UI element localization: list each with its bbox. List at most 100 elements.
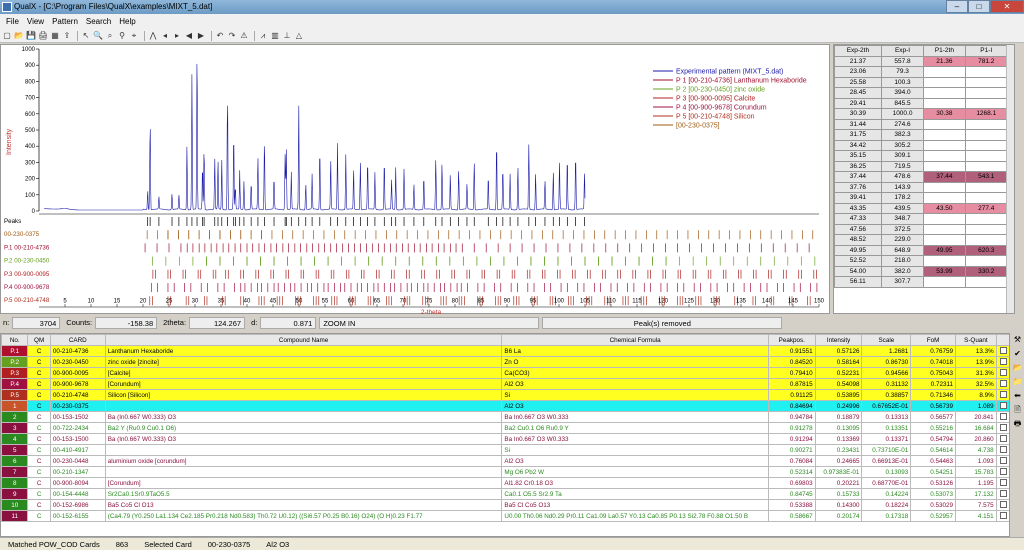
grid-row[interactable]: 39.41 178.2: [834, 192, 1014, 204]
row-checkbox-cell[interactable]: [995, 400, 1009, 412]
arrow-left-icon[interactable]: ◂: [160, 31, 170, 41]
table-row[interactable]: 10 C 00-152-6986 Ba5 Co5 Cl O13 Ba5 Cl Co5 O…: [1, 499, 1009, 511]
row-checkbox-cell[interactable]: [995, 510, 1009, 522]
row-checkbox[interactable]: [999, 346, 1007, 354]
maximize-button[interactable]: □: [968, 0, 990, 13]
row-checkbox-cell[interactable]: [995, 356, 1009, 368]
menu-search[interactable]: Search: [82, 17, 115, 26]
grid-row[interactable]: 47.33 348.7: [834, 213, 1014, 225]
pattern-chart[interactable]: 0 100 200 300 400 500 600 700 800 900 1000 Intensit…: [1, 45, 831, 316]
grid-row[interactable]: 37.76 143.9: [834, 181, 1014, 193]
grid-row[interactable]: 35.15 309.1: [834, 150, 1014, 162]
column-header[interactable]: Peakpos.: [767, 334, 816, 346]
column-header[interactable]: Compound Name: [104, 334, 503, 346]
bars-icon[interactable]: ▥: [270, 31, 280, 41]
column-header[interactable]: QM: [27, 334, 51, 346]
row-checkbox-cell[interactable]: [995, 433, 1009, 445]
grid-row[interactable]: 31.75 382.3: [834, 129, 1014, 141]
column-header[interactable]: CARD: [49, 334, 106, 346]
menu-view[interactable]: View: [23, 17, 48, 26]
grid-scrollbar[interactable]: [1006, 45, 1014, 313]
grid-row[interactable]: 49.95 648.9 49.95 620.3: [834, 244, 1014, 256]
grid-row[interactable]: 48.52 229.0: [834, 234, 1014, 246]
candidate-card-table[interactable]: No. QM CARD Compound Name Chemical Formula Pe…: [0, 333, 1010, 537]
row-checkbox-cell[interactable]: [995, 499, 1009, 511]
table-row[interactable]: 5 C 00-410-4917 Si 0.90271 0.23431 0.73710E-01…: [1, 444, 1009, 456]
chart-icon[interactable]: ▦: [50, 31, 60, 41]
grid-row[interactable]: 23.06 79.3: [834, 66, 1014, 78]
grid-row[interactable]: 37.44 478.6 37.44 543.1: [834, 171, 1014, 183]
zoom-icon[interactable]: 🔍: [93, 31, 103, 41]
row-checkbox[interactable]: [999, 445, 1007, 453]
row-checkbox-cell[interactable]: [995, 411, 1009, 423]
binoculars-icon[interactable]: ⚲: [117, 31, 127, 41]
row-checkbox-cell[interactable]: [995, 422, 1009, 434]
row-checkbox[interactable]: [999, 368, 1007, 376]
save-icon[interactable]: 💾: [26, 31, 36, 41]
row-checkbox-cell[interactable]: [995, 389, 1009, 401]
column-header[interactable]: Scale: [861, 334, 912, 346]
column-header[interactable]: Chemical Formula: [501, 334, 769, 346]
grid-header[interactable]: Exp-I: [880, 45, 925, 57]
column-header[interactable]: No.: [1, 334, 29, 346]
undo-icon[interactable]: ↶: [215, 31, 225, 41]
export-icon[interactable]: ⇪: [62, 31, 72, 41]
row-checkbox-cell[interactable]: [995, 488, 1009, 500]
column-header[interactable]: S-Quant: [955, 334, 997, 346]
grid-header[interactable]: P1-I: [964, 45, 1009, 57]
table-row[interactable]: 2 C 00-153-1502 Ba (In0.667 W0.333) O3 Ba In…: [1, 411, 1009, 423]
arrow-right-icon[interactable]: ▸: [172, 31, 182, 41]
table-row[interactable]: 1 C 00-230-0375 Al2 O3 0.84694 0.24996 0.67652…: [1, 400, 1009, 412]
table-row[interactable]: 3 C 00-722-2434 Ba2 Y (Ru0.9 Cu0.1 O6) Ba2 C…: [1, 422, 1009, 434]
row-checkbox-cell[interactable]: [995, 477, 1009, 489]
arrow-left-icon[interactable]: ⬅: [1013, 391, 1023, 401]
tools-icon[interactable]: ⚒: [1013, 335, 1023, 345]
redo-icon[interactable]: ↷: [227, 31, 237, 41]
table-row[interactable]: P.2 C 00-230-0450 zinc oxide [zincite] Zn O0…: [1, 356, 1009, 368]
column-header[interactable]: FoM: [910, 334, 957, 346]
grid-row[interactable]: 29.41 845.5: [834, 97, 1014, 109]
row-checkbox[interactable]: [999, 434, 1007, 442]
row-checkbox-cell[interactable]: [995, 455, 1009, 467]
table-row[interactable]: 4 C 00-153-1500 Ba (In0.667 W0.333) O3 Ba In…: [1, 433, 1009, 445]
grid-row[interactable]: 34.42 305.2: [834, 139, 1014, 151]
new-icon[interactable]: ▢: [2, 31, 12, 41]
minimize-button[interactable]: –: [946, 0, 968, 13]
row-checkbox-cell[interactable]: [995, 466, 1009, 478]
open-icon[interactable]: 📂: [14, 31, 24, 41]
grid-row[interactable]: 21.37 557.8 21.36 781.2: [834, 55, 1014, 67]
grid-row[interactable]: 25.58 100.3: [834, 76, 1014, 88]
grid-header[interactable]: Exp-2th: [834, 45, 882, 57]
forward-icon[interactable]: ▶: [196, 31, 206, 41]
folder-icon[interactable]: 📁: [1013, 377, 1023, 387]
table-row[interactable]: P.3 C 00-900-0095 [Calcite] Ca(CO3) 0.79410 0.…: [1, 367, 1009, 379]
row-checkbox[interactable]: [999, 379, 1007, 387]
grid-row[interactable]: 47.56 372.5: [834, 223, 1014, 235]
cursor-icon[interactable]: ↖: [81, 31, 91, 41]
row-checkbox-cell[interactable]: [995, 345, 1009, 357]
column-header[interactable]: Intensity: [814, 334, 863, 346]
grid-row[interactable]: 54.00 382.0 53.99 330.2: [834, 265, 1014, 277]
table-row[interactable]: P.5 C 00-210-4748 Silicon [Silicon] Si 0.9112…: [1, 389, 1009, 401]
row-checkbox[interactable]: [999, 423, 1007, 431]
table-row[interactable]: P.4 C 00-900-9678 [Corundum] Al2 O3 0.87815 0.…: [1, 378, 1009, 390]
row-checkbox[interactable]: [999, 456, 1007, 464]
stick-icon[interactable]: ⊥: [282, 31, 292, 41]
grid-row[interactable]: 56.11 307.7: [834, 276, 1014, 288]
grid-row[interactable]: 52.52 218.0: [834, 255, 1014, 267]
row-checkbox[interactable]: [999, 478, 1007, 486]
pattern-icon[interactable]: ⩘: [258, 31, 268, 41]
menu-pattern[interactable]: Pattern: [48, 17, 82, 26]
table-row[interactable]: 7 C 00-210-1347 Mg O6 Pb2 W 0.52314 0.97383E-…: [1, 466, 1009, 478]
row-checkbox[interactable]: [999, 357, 1007, 365]
table-row[interactable]: 11 C 00-152-6155 (Ca4.79 (Y0.250 La1.134 Ce…: [1, 510, 1009, 522]
grid-row[interactable]: 31.44 274.6: [834, 118, 1014, 130]
warning-icon[interactable]: ⚠: [239, 31, 249, 41]
print-icon[interactable]: 🖨: [38, 31, 48, 41]
row-checkbox-cell[interactable]: [995, 367, 1009, 379]
table-row[interactable]: 8 C 00-900-8094 [Corundum] Al1.82 Cr0.18 O3 0…: [1, 477, 1009, 489]
document-icon[interactable]: 🗎: [1013, 405, 1023, 415]
row-checkbox-cell[interactable]: [995, 378, 1009, 390]
row-checkbox[interactable]: [999, 511, 1007, 519]
grid-row[interactable]: 36.25 719.5: [834, 160, 1014, 172]
